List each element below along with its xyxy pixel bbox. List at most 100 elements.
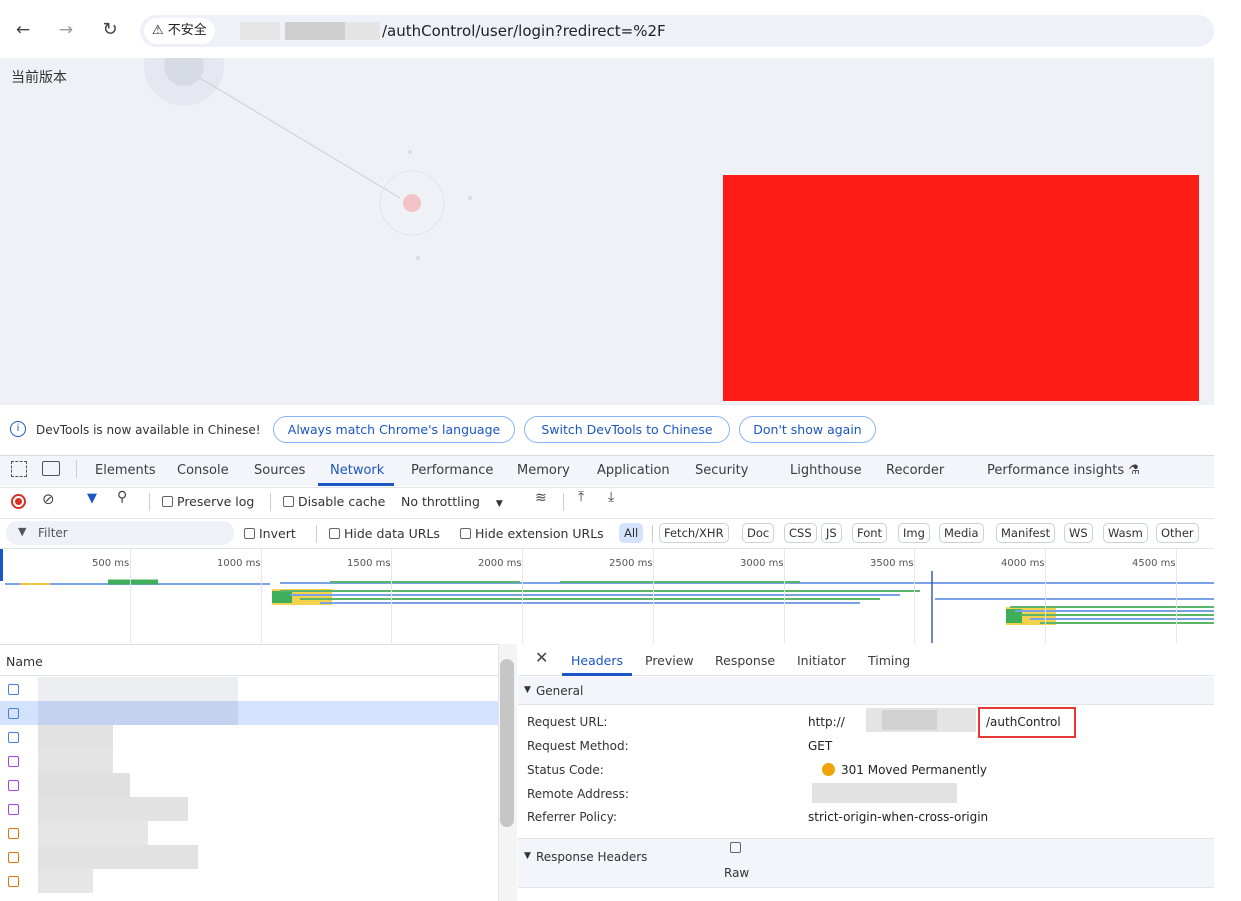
tab-response[interactable]: Response xyxy=(715,653,775,668)
hide-extension-urls-checkbox[interactable]: Hide extension URLs xyxy=(460,526,604,541)
forward-arrow-icon[interactable]: → xyxy=(55,19,77,41)
expand-triangle-icon: ▼ xyxy=(524,685,531,695)
tab-initiator[interactable]: Initiator xyxy=(797,653,846,668)
hide-extension-urls-label: Hide extension URLs xyxy=(475,526,604,541)
tab-performance-insights[interactable]: Performance insights ⚗ xyxy=(987,463,1140,478)
search-icon[interactable]: ⚲ xyxy=(117,489,127,505)
timeline-tick: 4000 ms xyxy=(1001,558,1045,569)
tab-headers[interactable]: Headers xyxy=(571,653,623,668)
timeline-tick: 2000 ms xyxy=(478,558,522,569)
device-toolbar-icon[interactable] xyxy=(42,461,60,476)
filter-chip-wasm[interactable]: Wasm xyxy=(1103,523,1148,543)
clear-icon[interactable]: ⊘ xyxy=(42,490,55,508)
general-section-header[interactable]: ▼ General xyxy=(518,677,1214,705)
grid-line xyxy=(1045,549,1046,643)
tab-memory[interactable]: Memory xyxy=(517,463,570,478)
tab-preview[interactable]: Preview xyxy=(645,653,694,668)
record-stop-icon[interactable] xyxy=(11,494,26,509)
redacted-request-name xyxy=(38,845,198,869)
filter-chip-other[interactable]: Other xyxy=(1156,523,1199,543)
timeline-tick: 500 ms xyxy=(92,558,130,569)
filter-chip-font[interactable]: Font xyxy=(852,523,888,543)
always-match-language-button[interactable]: Always match Chrome's language xyxy=(273,416,515,443)
filter-chip-js[interactable]: JS xyxy=(821,523,842,543)
script-icon xyxy=(8,804,19,815)
status-dot-icon xyxy=(822,763,835,776)
info-icon: i xyxy=(10,421,26,437)
tab-elements[interactable]: Elements xyxy=(95,463,156,478)
tab-performance-insights-label: Performance insights xyxy=(987,463,1125,478)
response-headers-section-header[interactable]: ▼ Response Headers Raw xyxy=(518,838,1214,888)
tab-sources[interactable]: Sources xyxy=(254,463,305,478)
filter-placeholder: Filter xyxy=(38,526,68,540)
stylesheet-icon xyxy=(8,828,19,839)
import-har-icon[interactable]: ⤒ xyxy=(578,489,584,505)
request-row[interactable] xyxy=(0,821,498,845)
timeline-tick: 3500 ms xyxy=(870,558,914,569)
response-headers-title: Response Headers xyxy=(536,850,648,864)
filter-chip-manifest[interactable]: Manifest xyxy=(996,523,1056,543)
request-row[interactable] xyxy=(0,749,498,773)
network-conditions-icon[interactable]: ≋ xyxy=(535,490,547,506)
hide-data-urls-checkbox[interactable]: Hide data URLs xyxy=(329,526,440,541)
filter-input[interactable]: ▼ Filter xyxy=(6,521,234,545)
tab-performance[interactable]: Performance xyxy=(411,463,493,478)
timeline-tick: 1500 ms xyxy=(347,558,391,569)
tab-recorder[interactable]: Recorder xyxy=(886,463,944,478)
tab-security[interactable]: Security xyxy=(695,463,748,478)
name-header-label: Name xyxy=(6,654,43,669)
request-row[interactable] xyxy=(0,725,498,749)
filter-chip-doc[interactable]: Doc xyxy=(742,523,775,543)
reload-icon[interactable]: ↻ xyxy=(99,19,121,41)
warning-triangle-icon: ⚠ xyxy=(152,23,164,38)
document-icon xyxy=(8,684,19,695)
document-icon xyxy=(8,708,19,719)
export-har-icon[interactable]: ⤓ xyxy=(608,489,614,505)
request-row-selected[interactable] xyxy=(0,701,498,725)
disable-cache-checkbox[interactable]: Disable cache xyxy=(283,494,385,509)
preserve-log-checkbox[interactable]: Preserve log xyxy=(162,494,254,509)
request-row[interactable] xyxy=(0,773,498,797)
tab-application[interactable]: Application xyxy=(597,463,670,478)
filter-chip-fetch-xhr[interactable]: Fetch/XHR xyxy=(659,523,729,543)
filter-funnel-icon[interactable]: ▼ xyxy=(87,491,97,506)
close-icon[interactable]: ✕ xyxy=(535,648,548,667)
filter-chip-ws[interactable]: WS xyxy=(1064,523,1093,543)
active-tab-indicator xyxy=(562,673,632,676)
referrer-policy-value: strict-origin-when-cross-origin xyxy=(808,810,989,824)
throttling-select[interactable]: No throttling ▼ xyxy=(401,494,503,509)
inspect-element-icon[interactable] xyxy=(11,461,27,477)
tab-console[interactable]: Console xyxy=(177,463,229,478)
request-row[interactable] xyxy=(0,845,498,869)
tab-lighthouse[interactable]: Lighthouse xyxy=(790,463,862,478)
raw-checkbox[interactable] xyxy=(730,842,741,853)
redacted-host xyxy=(240,22,280,40)
filter-icon: ▼ xyxy=(18,525,27,538)
request-method-label: Request Method: xyxy=(527,739,629,753)
redacted-request-name xyxy=(38,869,93,893)
infobar-message: DevTools is now available in Chinese! xyxy=(36,423,261,437)
filter-chip-img[interactable]: Img xyxy=(898,523,930,543)
invert-checkbox[interactable]: Invert xyxy=(244,526,296,541)
scrollbar-thumb[interactable] xyxy=(500,659,514,827)
switch-to-chinese-button[interactable]: Switch DevTools to Chinese xyxy=(524,416,730,443)
back-arrow-icon[interactable]: ← xyxy=(12,19,34,41)
filter-chip-media[interactable]: Media xyxy=(939,523,984,543)
security-chip[interactable]: ⚠ 不安全 xyxy=(144,18,215,44)
request-row[interactable] xyxy=(0,797,498,821)
filter-chip-css[interactable]: CSS xyxy=(784,523,817,543)
script-icon xyxy=(8,756,19,767)
tab-timing[interactable]: Timing xyxy=(868,653,910,668)
request-url-path: /authControl xyxy=(986,715,1061,729)
hide-data-urls-label: Hide data URLs xyxy=(344,526,440,541)
request-row[interactable] xyxy=(0,677,498,701)
name-column-header[interactable]: Name xyxy=(0,644,498,676)
redacted-request-name xyxy=(38,725,113,749)
redacted-remote-address xyxy=(812,783,957,803)
filter-chip-all[interactable]: All xyxy=(619,523,644,543)
request-row[interactable] xyxy=(0,869,498,893)
divider xyxy=(316,525,317,543)
page-viewport: 当前版本 xyxy=(0,58,1214,405)
tab-network[interactable]: Network xyxy=(330,463,384,478)
dont-show-again-button[interactable]: Don't show again xyxy=(739,416,876,443)
